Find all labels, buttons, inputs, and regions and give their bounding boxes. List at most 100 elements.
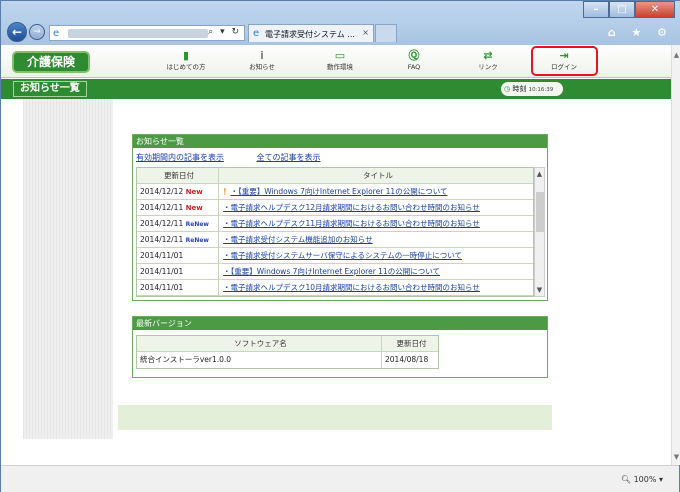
news-title-link[interactable]: ・電子請求ヘルプデスク10月請求期間におけるお問い合わせ時間のお知らせ <box>223 283 480 292</box>
table-row: 2014/12/11 ReNew ・電子請求ヘルプデスク11月請求期間におけるお問… <box>137 216 533 232</box>
browser-chrome: – □ ✕ ← → e ⌕ ▾ ↻ e 電子請求受付システム ... × ⌂ ★… <box>1 1 680 45</box>
login-highlight-box <box>531 46 598 76</box>
monitor-icon: ▭ <box>334 49 346 62</box>
new-tab-button[interactable] <box>375 24 397 42</box>
clock-display: ◷ 時刻 10:16:39 <box>501 82 563 96</box>
news-title-cell: ！・【重要】Windows 7向けInternet Explorer 11の公開… <box>219 184 533 199</box>
nav-label: FAQ <box>407 63 421 71</box>
table-row: 2014/12/11 New ・電子請求ヘルプデスク12月請求期間におけるお問い合… <box>137 200 533 216</box>
scroll-up-icon[interactable]: ▲ <box>535 170 544 178</box>
news-date: 2014/12/11 <box>140 235 184 244</box>
page-scrollbar[interactable]: ▲ ▼ <box>671 45 680 465</box>
news-title-link[interactable]: ・電子請求ヘルプデスク12月請求期間におけるお問い合わせ時間のお知らせ <box>223 203 480 212</box>
status-bar: 🔍︎ 100% ▾ <box>1 465 679 492</box>
new-badge: New <box>185 188 203 196</box>
nav-environment-button[interactable]: ▭ 動作環境 <box>311 49 369 75</box>
news-panel: お知らせ一覧 有効期間内の記事を表示 全ての記事を表示 更新日付 タイトル 20… <box>132 134 548 301</box>
address-url-redacted <box>68 29 208 38</box>
table-row: 統合インストーラver1.0.0 2014/08/18 <box>137 352 438 368</box>
news-panel-heading: お知らせ一覧 <box>133 135 547 148</box>
news-scrollbar[interactable]: ▲ ▼ <box>534 167 545 297</box>
zoom-level: 100% <box>633 475 657 484</box>
close-window-button[interactable]: ✕ <box>635 1 675 18</box>
address-tools[interactable]: ⌕ ▾ ↻ <box>208 27 241 37</box>
scroll-up-icon[interactable]: ▲ <box>672 51 680 59</box>
nav-faq-button[interactable]: Ⓠ FAQ <box>385 49 443 75</box>
news-title-cell: ・電子請求ヘルプデスク12月請求期間におけるお問い合わせ時間のお知らせ <box>219 200 533 215</box>
tab-close-icon[interactable]: × <box>362 28 369 37</box>
minimize-button[interactable]: – <box>583 1 609 18</box>
window-controls: – □ ✕ <box>583 1 675 19</box>
news-title-cell: ・電子請求受付システム機能追加のお知らせ <box>219 232 533 247</box>
version-panel-heading: 最新バージョン <box>133 317 547 330</box>
table-row: 2014/11/01 ・電子請求ヘルプデスク10月請求期間におけるお問い合わせ時間… <box>137 280 533 296</box>
version-panel: 最新バージョン ソフトウェア名 更新日付 統合インストーラver1.0.0 20… <box>132 316 548 378</box>
nav-beginners-button[interactable]: ▮ はじめての方 <box>157 49 215 75</box>
column-header-date: 更新日付 <box>396 339 427 348</box>
zoom-control[interactable]: 🔍︎ 100% ▾ <box>621 475 663 484</box>
new-badge: New <box>185 204 203 212</box>
zoom-icon: 🔍︎ <box>620 475 632 484</box>
clock-icon: ◷ <box>504 85 511 93</box>
filter-all-link[interactable]: 全ての記事を表示 <box>257 153 321 162</box>
ie-icon: e <box>53 28 60 39</box>
news-date: 2014/12/12 <box>140 187 184 196</box>
news-date-cell: 2014/12/11 ReNew <box>137 216 219 231</box>
news-title-link[interactable]: ・【重要】Windows 7向けInternet Explorer 11の公開に… <box>223 267 440 276</box>
scroll-down-icon[interactable]: ▼ <box>672 453 680 461</box>
news-date-cell: 2014/11/01 <box>137 248 219 263</box>
software-date: 2014/08/18 <box>385 355 429 364</box>
page-title: お知らせ一覧 <box>13 81 87 97</box>
side-panel <box>23 99 113 439</box>
news-date-cell: 2014/12/12 New <box>137 184 219 199</box>
nav-label: リンク <box>478 63 498 71</box>
nav-link-button[interactable]: ⇄ リンク <box>459 49 517 75</box>
chevron-down-icon[interactable]: ▾ <box>659 475 663 484</box>
nav-label: はじめての方 <box>166 63 206 71</box>
nav-news-button[interactable]: ⅰ お知らせ <box>233 49 291 75</box>
info-icon: ⅰ <box>260 49 264 62</box>
news-date-cell: 2014/12/11 New <box>137 200 219 215</box>
back-button[interactable]: ← <box>7 22 27 42</box>
filter-valid-link[interactable]: 有効期間内の記事を表示 <box>136 153 224 162</box>
browser-tab[interactable]: e 電子請求受付システム ... × <box>248 24 374 42</box>
news-title-link[interactable]: ・電子請求受付システム機能追加のお知らせ <box>223 235 373 244</box>
browser-window: – □ ✕ ← → e ⌕ ▾ ↻ e 電子請求受付システム ... × ⌂ ★… <box>0 0 680 492</box>
link-icon: ⇄ <box>483 49 493 62</box>
news-title-link[interactable]: ・電子請求ヘルプデスク11月請求期間におけるお問い合わせ時間のお知らせ <box>223 219 480 228</box>
table-row: 2014/11/01 ・電子請求受付システムサーバ保守によるシステムの一時停止につ… <box>137 248 533 264</box>
column-header-software: ソフトウェア名 <box>137 336 382 351</box>
news-date: 2014/11/01 <box>140 267 184 276</box>
clock-time: 10:16:39 <box>528 87 554 93</box>
scroll-down-icon[interactable]: ▼ <box>535 286 544 294</box>
news-date: 2014/11/01 <box>140 251 184 260</box>
table-row: 2014/12/12 New ！・【重要】Windows 7向けInternet … <box>137 184 533 200</box>
news-table: 更新日付 タイトル 2014/12/12 New ！・【重要】Windows 7向… <box>136 167 534 297</box>
renew-badge: ReNew <box>185 237 209 244</box>
footer-bar <box>118 405 552 430</box>
brand-logo[interactable]: 介護保険 <box>12 51 90 73</box>
maximize-button[interactable]: □ <box>609 1 635 18</box>
version-table: ソフトウェア名 更新日付 統合インストーラver1.0.0 2014/08/18 <box>136 335 439 369</box>
column-header-title: タイトル <box>363 171 393 180</box>
ie-tab-icon: e <box>253 28 260 39</box>
news-title-link[interactable]: ・【重要】Windows 7向けInternet Explorer 11の公開に… <box>231 187 448 196</box>
renew-badge: ReNew <box>185 221 209 228</box>
faq-icon: Ⓠ <box>408 49 420 62</box>
tab-title: 電子請求受付システム ... <box>265 30 355 39</box>
nav-label: 動作環境 <box>327 63 353 71</box>
page-header-bar: お知らせ一覧 ◷ 時刻 10:16:39 <box>1 79 671 99</box>
news-title-link[interactable]: ・電子請求受付システムサーバ保守によるシステムの一時停止について <box>223 251 462 260</box>
news-table-header: 更新日付 タイトル <box>137 168 533 184</box>
address-bar[interactable]: e ⌕ ▾ ↻ <box>49 25 245 41</box>
home-favorites-tools-icons[interactable]: ⌂ ★ ⚙ <box>608 26 673 39</box>
news-date-cell: 2014/12/11 ReNew <box>137 232 219 247</box>
column-header-date: 更新日付 <box>137 168 219 183</box>
news-title-cell: ・電子請求ヘルプデスク11月請求期間におけるお問い合わせ時間のお知らせ <box>219 216 533 231</box>
software-name: 統合インストーラver1.0.0 <box>137 352 382 368</box>
forward-button[interactable]: → <box>29 24 45 40</box>
table-row: 2014/11/01 ・【重要】Windows 7向けInternet Explo… <box>137 264 533 280</box>
news-date: 2014/12/11 <box>140 219 184 228</box>
news-title-cell: ・電子請求ヘルプデスク10月請求期間におけるお問い合わせ時間のお知らせ <box>219 280 533 295</box>
scroll-thumb[interactable] <box>536 192 544 232</box>
